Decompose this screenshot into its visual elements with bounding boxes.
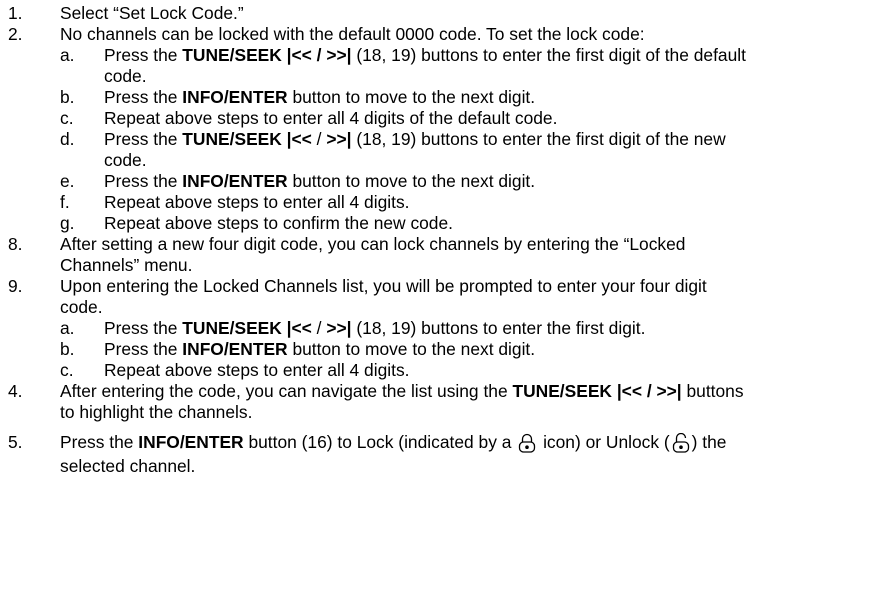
item-2-number: 2. [8, 24, 23, 44]
sub2-a-text: Press the TUNE/SEEK |<< / >>| (18, 19) b… [104, 45, 746, 65]
sub2-e-text: Press the INFO/ENTER button to move to t… [104, 171, 536, 191]
sub2-c-letter: c. [60, 108, 74, 128]
item-9-number: 9. [8, 276, 23, 296]
item-8-text: After setting a new four digit code, you… [60, 234, 686, 254]
item-9-continuation: code. [60, 297, 103, 317]
sub2-b-letter: b. [60, 87, 75, 107]
sub2-d-text: Press the TUNE/SEEK |<< / >>| (18, 19) b… [104, 129, 726, 149]
sub2-g-letter: g. [60, 213, 75, 233]
item-5-text: Press the INFO/ENTER button (16) to Lock… [60, 432, 727, 453]
sub9-a-text: Press the TUNE/SEEK |<< / >>| (18, 19) b… [104, 318, 646, 338]
sub9-b-letter: b. [60, 339, 75, 359]
item-5-continuation: selected channel. [60, 456, 196, 476]
sub2-b-text: Press the INFO/ENTER button to move to t… [104, 87, 536, 107]
sub2-a-letter: a. [60, 45, 75, 65]
item-4-text: After entering the code, you can navigat… [60, 381, 744, 401]
sub2-f-letter: f. [60, 192, 70, 212]
lock-closed-icon [518, 433, 536, 453]
sub2-g-text: Repeat above steps to confirm the new co… [104, 213, 453, 233]
sub2-e-letter: e. [60, 171, 75, 191]
sub9-c-letter: c. [60, 360, 74, 380]
sub2-f-text: Repeat above steps to enter all 4 digits… [104, 192, 410, 212]
item-4-number: 4. [8, 381, 23, 401]
item-4-continuation: to highlight the channels. [60, 402, 253, 422]
item-2-text: No channels can be locked with the defau… [60, 24, 645, 44]
item-8-number: 8. [8, 234, 23, 254]
item-1-text: Select “Set Lock Code.” [60, 3, 244, 23]
item-8-continuation: Channels” menu. [60, 255, 193, 275]
item-5-number: 5. [8, 432, 23, 452]
sub2-a-continuation: code. [104, 66, 147, 86]
sub9-a-letter: a. [60, 318, 75, 338]
item-9-text: Upon entering the Locked Channels list, … [60, 276, 707, 296]
lock-open-icon [672, 433, 690, 453]
sub9-b-text: Press the INFO/ENTER button to move to t… [104, 339, 536, 359]
sub2-d-letter: d. [60, 129, 75, 149]
sub2-c-text: Repeat above steps to enter all 4 digits… [104, 108, 558, 128]
item-1-number: 1. [8, 3, 23, 23]
sub2-d-continuation: code. [104, 150, 147, 170]
sub9-c-text: Repeat above steps to enter all 4 digits… [104, 360, 410, 380]
